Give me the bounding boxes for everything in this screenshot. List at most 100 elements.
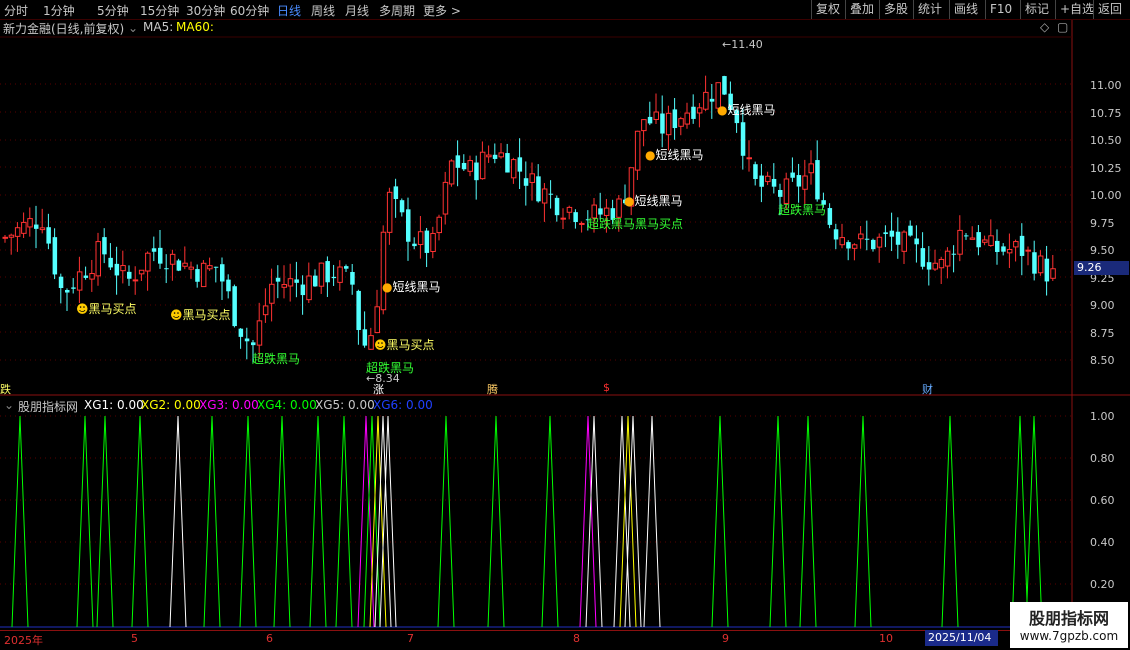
candle-body[interactable]	[523, 178, 529, 186]
candle-body[interactable]	[368, 335, 374, 350]
candle-body[interactable]	[641, 119, 647, 132]
candle-body[interactable]	[287, 278, 294, 287]
candle-body[interactable]	[455, 155, 461, 168]
candle-body[interactable]	[21, 221, 27, 234]
candle-body[interactable]	[957, 229, 963, 255]
candle-body[interactable]	[678, 118, 684, 127]
candle-body[interactable]	[337, 266, 343, 283]
candle-body[interactable]	[573, 212, 578, 223]
candle-body[interactable]	[127, 271, 132, 279]
candle-body[interactable]	[65, 289, 70, 293]
candle-body[interactable]	[275, 277, 281, 282]
candle-body[interactable]	[406, 209, 411, 242]
candle-body[interactable]	[138, 269, 145, 275]
candle-body[interactable]	[938, 258, 945, 269]
candle-body[interactable]	[709, 98, 715, 102]
indicator-name[interactable]: 股朋指标网	[18, 398, 78, 415]
candle-body[interactable]	[313, 275, 318, 287]
candle-body[interactable]	[647, 116, 653, 124]
candle-body[interactable]	[331, 276, 337, 279]
candle-body[interactable]	[1001, 246, 1006, 252]
candle-body[interactable]	[914, 238, 919, 245]
candle-body[interactable]	[467, 160, 473, 172]
candle-body[interactable]	[883, 232, 888, 235]
candle-body[interactable]	[1050, 268, 1056, 279]
candle-body[interactable]	[901, 231, 907, 252]
candle-body[interactable]	[448, 160, 455, 185]
candle-body[interactable]	[759, 175, 764, 187]
candle-body[interactable]	[436, 216, 442, 234]
candle-body[interactable]	[932, 262, 938, 270]
candle-body[interactable]	[517, 157, 523, 172]
candle-body[interactable]	[95, 241, 101, 277]
candle-body[interactable]	[765, 175, 771, 183]
candle-body[interactable]	[256, 320, 263, 346]
candle-body[interactable]	[1013, 241, 1019, 248]
candle-body[interactable]	[200, 262, 207, 288]
candle-body[interactable]	[350, 272, 355, 285]
event-mark[interactable]: 涨	[373, 381, 384, 397]
candle-body[interactable]	[58, 276, 64, 289]
candle-body[interactable]	[380, 231, 387, 311]
candle-body[interactable]	[461, 162, 467, 170]
candle-body[interactable]	[995, 240, 1000, 252]
candle-body[interactable]	[269, 283, 275, 304]
candle-body[interactable]	[52, 237, 58, 275]
candle-body[interactable]	[251, 342, 256, 346]
candle-body[interactable]	[34, 224, 39, 229]
candle-body[interactable]	[356, 290, 361, 331]
candle-body[interactable]	[158, 247, 163, 264]
candle-body[interactable]	[14, 227, 21, 237]
candle-body[interactable]	[908, 225, 913, 236]
candle-body[interactable]	[232, 286, 237, 327]
candle-body[interactable]	[790, 172, 795, 178]
candle-body[interactable]	[486, 154, 492, 158]
candle-body[interactable]	[982, 239, 988, 243]
candle-body[interactable]	[479, 151, 486, 180]
candle-body[interactable]	[169, 253, 176, 265]
candle-body[interactable]	[796, 175, 802, 187]
candle-body[interactable]	[566, 206, 573, 213]
candle-body[interactable]	[399, 200, 405, 213]
candle-body[interactable]	[300, 284, 306, 296]
candle-body[interactable]	[417, 231, 424, 246]
candle-body[interactable]	[213, 266, 219, 268]
chevron-down-icon[interactable]: ⌄	[4, 398, 14, 412]
event-mark[interactable]: $	[603, 381, 610, 394]
candle-body[interactable]	[102, 237, 107, 255]
candle-body[interactable]	[505, 153, 510, 173]
candle-body[interactable]	[1044, 258, 1050, 282]
candle-body[interactable]	[108, 257, 113, 268]
candle-body[interactable]	[889, 230, 895, 237]
candle-body[interactable]	[833, 229, 839, 240]
candle-body[interactable]	[386, 191, 393, 233]
candle-body[interactable]	[498, 152, 504, 158]
candle-body[interactable]	[182, 262, 188, 267]
candle-body[interactable]	[46, 227, 51, 244]
candle-body[interactable]	[839, 237, 845, 246]
candle-body[interactable]	[1032, 252, 1037, 274]
candle-body[interactable]	[988, 235, 994, 246]
candle-body[interactable]	[529, 173, 535, 183]
candle-body[interactable]	[684, 112, 690, 125]
candle-body[interactable]	[132, 279, 139, 282]
candle-body[interactable]	[541, 188, 548, 204]
candle-body[interactable]	[1019, 235, 1025, 256]
candle-body[interactable]	[815, 160, 820, 200]
candle-body[interactable]	[598, 208, 603, 215]
candle-body[interactable]	[244, 338, 250, 342]
candle-body[interactable]	[827, 208, 833, 225]
candle-body[interactable]	[318, 262, 325, 287]
event-mark[interactable]: 跌	[0, 381, 11, 397]
candle-body[interactable]	[944, 250, 951, 267]
candle-body[interactable]	[195, 269, 200, 282]
candle-body[interactable]	[1037, 255, 1044, 274]
candle-body[interactable]	[976, 232, 981, 248]
candle-body[interactable]	[1006, 248, 1013, 254]
candle-body[interactable]	[188, 266, 194, 270]
candle-body[interactable]	[846, 242, 851, 249]
candle-body[interactable]	[176, 260, 182, 271]
candle-body[interactable]	[226, 279, 231, 292]
candle-body[interactable]	[864, 238, 870, 240]
candle-body[interactable]	[207, 265, 213, 270]
